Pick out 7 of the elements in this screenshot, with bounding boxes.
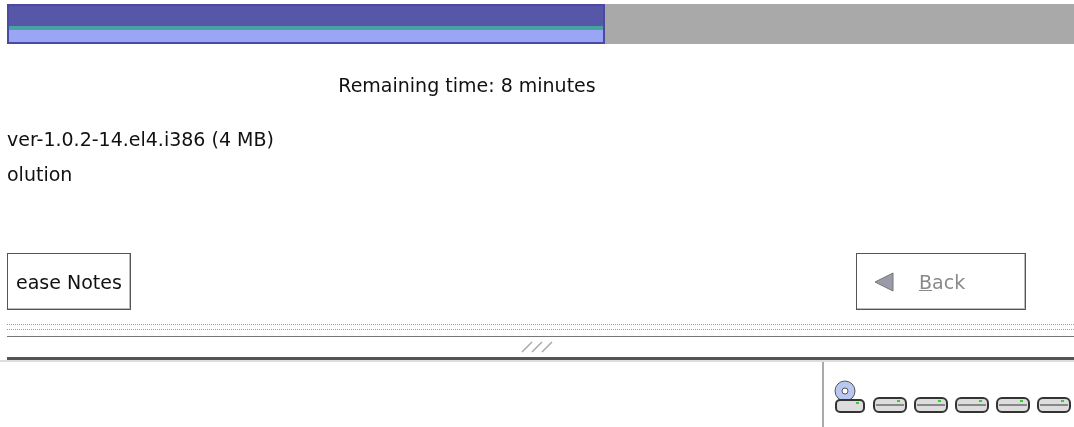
cd-drive-icon[interactable] (834, 380, 866, 414)
back-arrow-icon (873, 270, 895, 293)
package-info: ver-1.0.2-14.el4.i386 (4 MB) (7, 127, 275, 152)
release-notes-button[interactable]: ease Notes (7, 253, 131, 310)
remaining-time: Remaining time: 8 minutes (338, 74, 596, 96)
package-info: olution (7, 162, 74, 187)
resize-grip-icon[interactable] (520, 341, 554, 353)
